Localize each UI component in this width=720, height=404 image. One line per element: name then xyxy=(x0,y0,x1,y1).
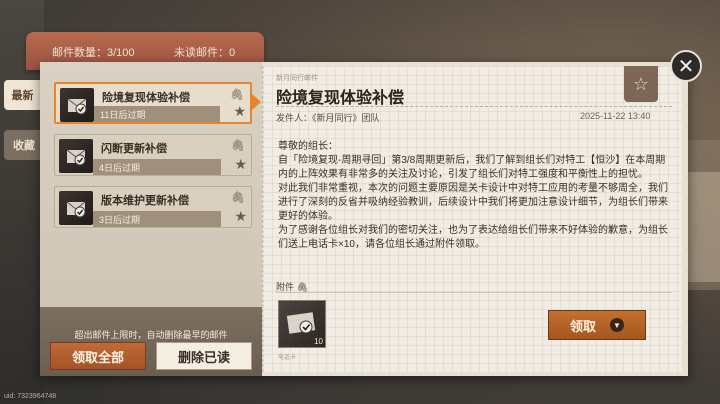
mail-stamp-text: 新月同行邮件 xyxy=(276,74,318,82)
mail-expiry: 3日后过期 xyxy=(93,211,221,227)
favorite-star-icon[interactable]: ★ xyxy=(233,104,246,120)
attachment-item[interactable]: 10 xyxy=(278,300,326,348)
attachment-quantity: 10 xyxy=(314,337,323,346)
attachment-divider xyxy=(276,292,672,293)
mail-body-paragraph: 尊敬的组长： xyxy=(278,141,338,152)
attachment-clip-icon: 🖇 xyxy=(230,88,244,101)
phone-card-icon xyxy=(286,312,316,334)
user-id: uid: 7323964748 xyxy=(4,393,57,400)
unread-count: 未读邮件：0 xyxy=(174,47,236,59)
mail-body-paragraph: 为了感谢各位组长对我们的密切关注，也为了表达给组长们带来不好体验的歉意，为组长们… xyxy=(278,225,668,250)
mail-title: 闪断更新补偿 xyxy=(101,143,167,155)
attachment-clip-icon: 🖇 xyxy=(231,191,245,204)
mail-body: 尊敬的组长： 自「险境复现-周期寻回」第3/8周期更新后，我们了解到组长们对特工… xyxy=(278,140,672,278)
mail-envelope-icon xyxy=(60,88,94,122)
selected-arrow-icon xyxy=(252,94,261,110)
mail-expiry: 11日后过期 xyxy=(94,106,220,122)
claim-button[interactable]: 领取 ▼ xyxy=(548,310,646,340)
title-divider xyxy=(276,106,672,107)
mail-detail-title: 险境复现体验补偿 xyxy=(276,90,405,107)
mail-limit-note: 超出邮件上限时，自动删除最早的邮件 xyxy=(74,330,228,340)
mail-list-item[interactable]: 版本维护更新补偿 🖇 3日后过期 ★ xyxy=(54,186,252,228)
close-icon[interactable]: ✕ xyxy=(670,50,702,82)
mail-envelope-icon xyxy=(59,139,93,173)
mail-sender: 发件人：《新月同行》团队 xyxy=(276,113,380,123)
mail-list-item[interactable]: 闪断更新补偿 🖇 4日后过期 ★ xyxy=(54,134,252,176)
favorite-bookmark-icon[interactable]: ☆ xyxy=(624,66,658,102)
favorite-star-icon[interactable]: ★ xyxy=(234,209,247,225)
mail-title: 险境复现体验补偿 xyxy=(102,92,190,104)
mail-date: 2025-11-22 13:40 xyxy=(580,111,651,121)
mail-expiry: 4日后过期 xyxy=(93,159,221,175)
mail-title: 版本维护更新补偿 xyxy=(101,195,189,207)
delete-read-button[interactable]: 删除已读 xyxy=(156,342,252,370)
claim-all-button[interactable]: 领取全部 xyxy=(50,342,146,370)
attachment-clip-icon: 🖇 xyxy=(231,139,245,152)
favorite-star-icon[interactable]: ★ xyxy=(234,157,247,173)
mail-count: 邮件数量：3/100 xyxy=(52,47,135,59)
tab-favorites[interactable]: 收藏 xyxy=(4,130,44,160)
mail-list-item[interactable]: 险境复现体验补偿 🖇 11日后过期 ★ xyxy=(54,82,252,124)
mail-envelope-icon xyxy=(59,191,93,225)
download-arrow-icon: ▼ xyxy=(610,318,624,332)
attachment-caption: 电话卡 xyxy=(278,354,297,361)
claim-button-label: 领取 xyxy=(569,318,596,334)
tab-latest[interactable]: 最新 xyxy=(4,80,44,110)
mail-body-paragraph: 对此我们非常重视，本次的问题主要原因是关卡设计中对特工应用的考量不够周全，我们进… xyxy=(278,183,668,222)
mail-body-paragraph: 自「险境复现-周期寻回」第3/8周期更新后，我们了解到组长们对特工【恒沙】在本周… xyxy=(278,155,666,180)
